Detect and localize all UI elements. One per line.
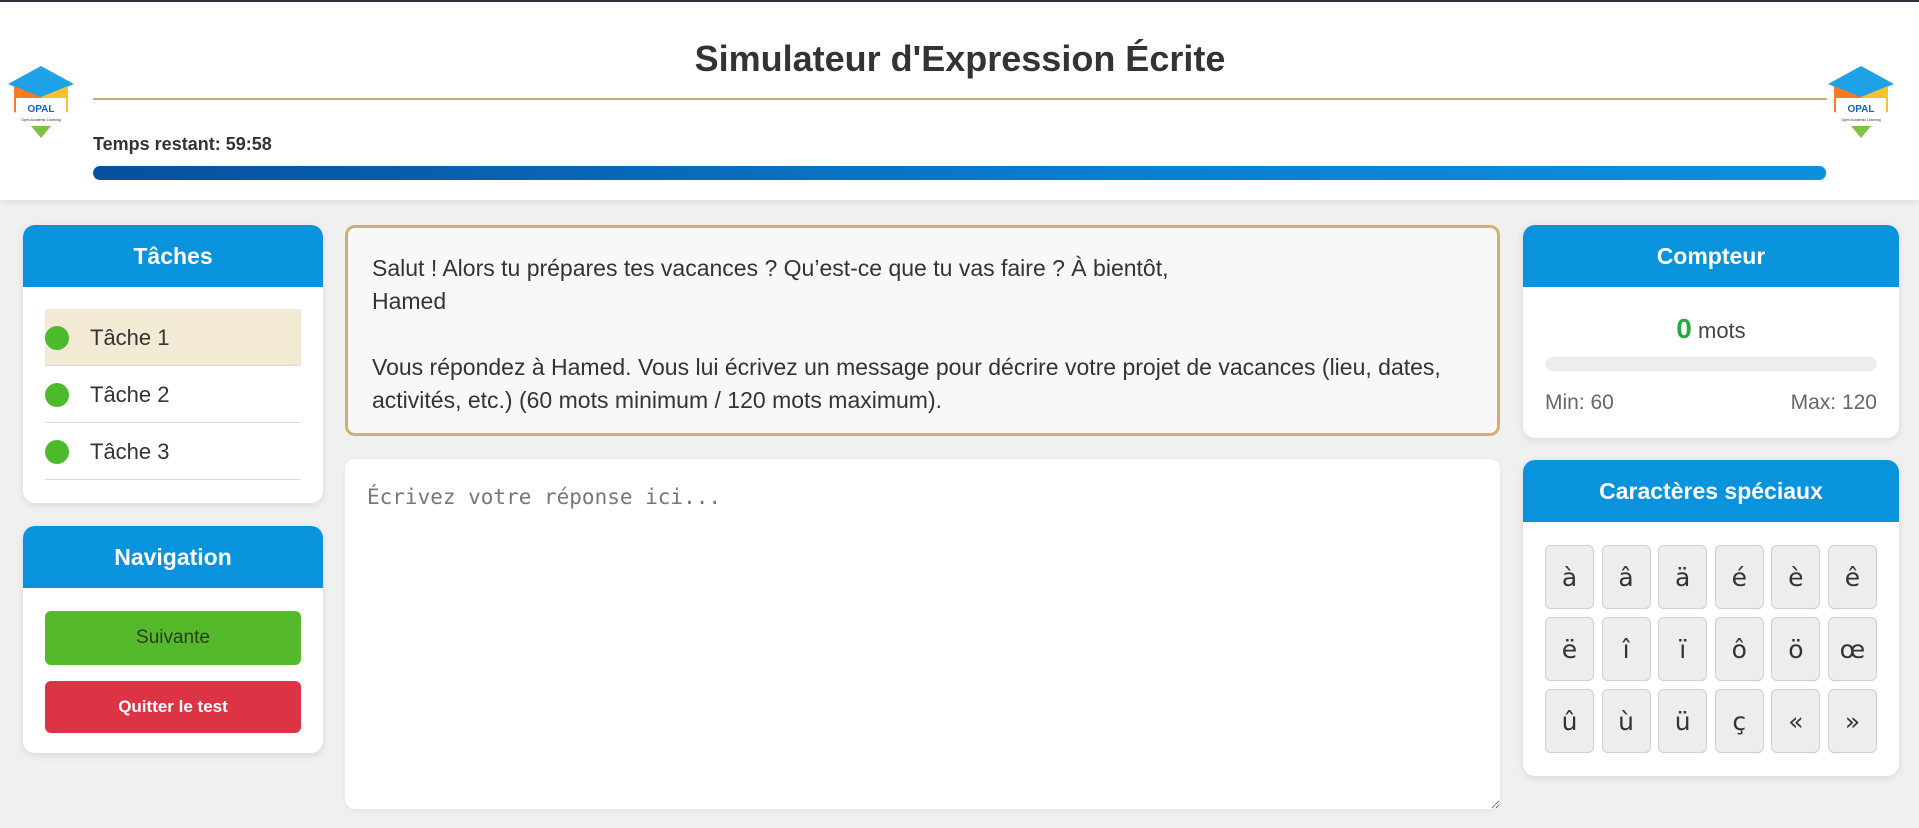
tasks-panel: Tâches Tâche 1 Tâche 2 Tâche 3 bbox=[23, 225, 323, 503]
word-counter-panel: Compteur 0 mots Min: 60 Max: 120 bbox=[1523, 225, 1899, 438]
word-count-number: 0 bbox=[1676, 313, 1692, 344]
char-button[interactable]: ç bbox=[1714, 689, 1764, 753]
svg-text:Open Academic Learning: Open Academic Learning bbox=[1841, 118, 1880, 122]
task-item-3[interactable]: Tâche 3 bbox=[45, 423, 301, 480]
task-item-1[interactable]: Tâche 1 bbox=[45, 309, 301, 366]
counter-title: Compteur bbox=[1523, 225, 1899, 287]
word-count: 0 mots bbox=[1523, 313, 1899, 345]
task-prompt: Salut ! Alors tu prépares tes vacances ?… bbox=[345, 225, 1500, 436]
char-button[interactable]: à bbox=[1545, 545, 1594, 609]
special-characters-grid: à â ä é è ê ë î ï ô ö œ û ù ü ç « » bbox=[1545, 545, 1877, 753]
char-button[interactable]: ù bbox=[1601, 689, 1651, 753]
word-count-unit: mots bbox=[1698, 318, 1746, 343]
svg-text:OPAL: OPAL bbox=[27, 104, 54, 115]
next-button[interactable]: Suivante bbox=[45, 611, 301, 665]
time-progress-fill bbox=[93, 166, 1827, 180]
task-label: Tâche 2 bbox=[90, 382, 170, 407]
svg-text:Open Academic Learning: Open Academic Learning bbox=[21, 118, 60, 122]
char-button[interactable]: ê bbox=[1827, 545, 1877, 609]
opal-logo-left: OPAL Open Academic Learning bbox=[6, 64, 76, 142]
char-button[interactable]: ü bbox=[1658, 689, 1708, 753]
char-button[interactable]: û bbox=[1545, 689, 1594, 753]
char-button[interactable]: ô bbox=[1714, 617, 1764, 681]
task-item-2[interactable]: Tâche 2 bbox=[45, 366, 301, 423]
task-list: Tâche 1 Tâche 2 Tâche 3 bbox=[45, 225, 301, 480]
quit-test-button[interactable]: Quitter le test bbox=[45, 681, 301, 733]
task-status-dot bbox=[45, 383, 69, 407]
word-min-label: Min: 60 bbox=[1545, 391, 1614, 414]
task-label: Tâche 1 bbox=[90, 325, 170, 350]
char-button[interactable]: â bbox=[1601, 545, 1651, 609]
char-button[interactable]: ë bbox=[1545, 617, 1594, 681]
navigation-title: Navigation bbox=[23, 526, 323, 588]
char-button[interactable]: « bbox=[1771, 689, 1821, 753]
page-header: OPAL Open Academic Learning OPAL Open Ac… bbox=[0, 2, 1919, 200]
svg-text:OPAL: OPAL bbox=[1847, 104, 1874, 115]
task-status-dot bbox=[45, 440, 69, 464]
time-remaining: Temps restant: 59:58 bbox=[93, 134, 272, 154]
prompt-message: Salut ! Alors tu prépares tes vacances ?… bbox=[372, 255, 1169, 281]
char-button[interactable]: ö bbox=[1771, 617, 1821, 681]
char-button[interactable]: ä bbox=[1658, 545, 1708, 609]
answer-editor-container bbox=[345, 459, 1500, 809]
special-characters-panel: Caractères spéciaux à â ä é è ê ë î ï ô … bbox=[1523, 460, 1899, 776]
task-label: Tâche 3 bbox=[90, 439, 170, 464]
prompt-signature: Hamed bbox=[372, 288, 447, 314]
navigation-panel: Navigation Suivante Quitter le test bbox=[23, 526, 323, 753]
title-divider bbox=[93, 98, 1827, 100]
char-button[interactable]: ï bbox=[1658, 617, 1708, 681]
time-progress-bar bbox=[93, 166, 1827, 180]
special-characters-title: Caractères spéciaux bbox=[1523, 460, 1899, 522]
word-count-bar bbox=[1545, 357, 1877, 371]
prompt-instruction: Vous répondez à Hamed. Vous lui écrivez … bbox=[372, 354, 1441, 413]
task-status-dot bbox=[45, 326, 69, 350]
char-button[interactable]: é bbox=[1714, 545, 1764, 609]
char-button[interactable]: œ bbox=[1827, 617, 1877, 681]
word-max-label: Max: 120 bbox=[1790, 391, 1877, 414]
opal-logo-right: OPAL Open Academic Learning bbox=[1826, 64, 1896, 142]
answer-textarea[interactable] bbox=[345, 459, 1500, 809]
page-title: Simulateur d'Expression Écrite bbox=[694, 38, 1226, 79]
char-button[interactable]: » bbox=[1827, 689, 1877, 753]
char-button[interactable]: î bbox=[1601, 617, 1651, 681]
char-button[interactable]: è bbox=[1771, 545, 1821, 609]
